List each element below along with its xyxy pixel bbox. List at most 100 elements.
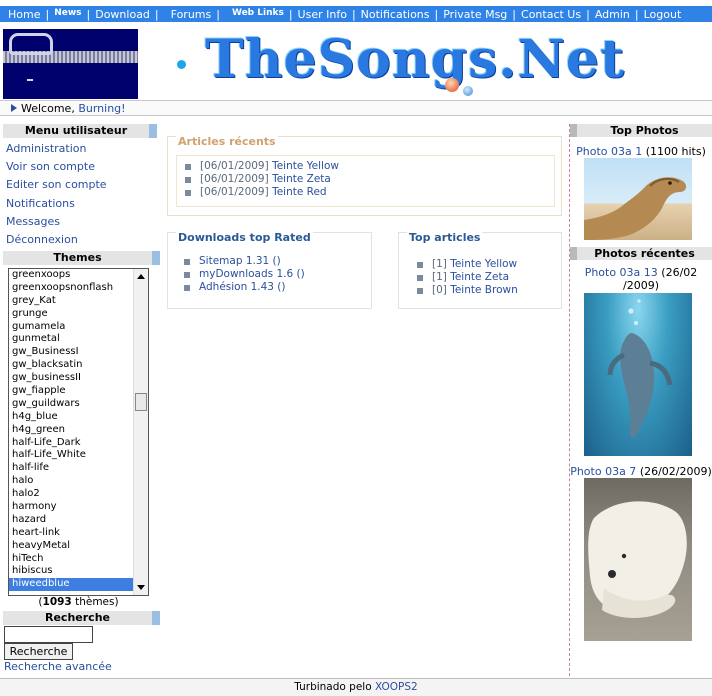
theme-option[interactable]: half-life bbox=[9, 462, 148, 475]
theme-option[interactable]: heart-link bbox=[9, 527, 148, 540]
recent-articles-title: Articles récents bbox=[176, 135, 278, 148]
top-photo-hits: (1100 hits) bbox=[645, 145, 706, 158]
bullet-icon bbox=[185, 163, 191, 170]
top-photo-caption: Photo 03a 1 (1100 hits) bbox=[570, 145, 712, 158]
list-item: [1] Teinte Yellow bbox=[417, 258, 561, 271]
theme-option[interactable]: harmony bbox=[9, 501, 148, 514]
arrow-right-icon bbox=[11, 104, 17, 112]
theme-option[interactable]: gw_businessII bbox=[9, 372, 148, 385]
theme-option[interactable]: heavyMetal bbox=[9, 540, 148, 553]
theme-option[interactable]: half-Life_Dark bbox=[9, 437, 148, 450]
site-header: TheSongs.Net bbox=[0, 22, 712, 100]
theme-option[interactable]: grey_Kat bbox=[9, 295, 148, 308]
scroll-thumb[interactable] bbox=[135, 393, 147, 411]
theme-option[interactable]: half-Life_White bbox=[9, 449, 148, 462]
nav-user-info[interactable]: User Info bbox=[293, 8, 352, 21]
recent-photo-date: (26/02 bbox=[661, 266, 698, 279]
theme-option[interactable]: greenxoops bbox=[9, 269, 148, 282]
user-menu: Administration Voir son compte Editer so… bbox=[0, 140, 157, 249]
camel-illustration bbox=[584, 177, 687, 240]
welcome-user-link[interactable]: Burning! bbox=[78, 102, 125, 115]
nav-notifications[interactable]: Notifications bbox=[356, 8, 435, 21]
camel-photo[interactable] bbox=[584, 158, 692, 240]
nav-contact-us[interactable]: Contact Us bbox=[516, 8, 586, 21]
article-link[interactable]: Teinte Brown bbox=[450, 284, 518, 297]
top-articles-title: Top articles bbox=[407, 231, 483, 244]
menu-item-edit-account[interactable]: Editer son compte bbox=[0, 176, 157, 194]
download-link[interactable]: Adhésion 1.43 () bbox=[199, 281, 286, 294]
bubble-decoration-icon bbox=[445, 78, 459, 92]
menu-item-messages[interactable]: Messages bbox=[0, 213, 157, 231]
download-link[interactable]: myDownloads 1.6 () bbox=[199, 268, 305, 281]
nav-forums[interactable]: Forums bbox=[159, 8, 217, 21]
theme-option[interactable]: hiweedblue bbox=[9, 578, 148, 592]
recent-photo-link[interactable]: Photo 03a 13 bbox=[585, 266, 658, 279]
article-link[interactable]: Teinte Zeta bbox=[450, 271, 509, 284]
dolphin-photo[interactable] bbox=[584, 293, 692, 456]
article-count: [1] bbox=[432, 258, 447, 270]
recent-photo-caption-1: Photo 03a 13 (26/02 /2009) bbox=[570, 266, 712, 292]
bullet-icon bbox=[185, 176, 191, 183]
logo-dot bbox=[27, 79, 33, 81]
theme-option[interactable]: gw_fiapple bbox=[9, 385, 148, 398]
menu-item-notifications[interactable]: Notifications bbox=[0, 195, 157, 213]
list-item: Sitemap 1.31 () bbox=[184, 255, 371, 268]
polar-bear-photo[interactable] bbox=[584, 478, 692, 641]
bubble-decoration-icon bbox=[463, 86, 473, 96]
nav-web-links[interactable]: Web Links bbox=[220, 8, 289, 18]
theme-list-scrollbar[interactable] bbox=[133, 269, 148, 595]
bullet-icon bbox=[184, 271, 190, 278]
advanced-search-link[interactable]: Recherche avancée bbox=[4, 660, 112, 673]
theme-option[interactable]: gunmetal bbox=[9, 333, 148, 346]
list-item: [0] Teinte Brown bbox=[417, 284, 561, 297]
recent-photo-link[interactable]: Photo 03a 7 bbox=[570, 465, 636, 478]
nav-download[interactable]: Download bbox=[90, 8, 155, 21]
top-navigation-bar: Home | News | Download | Forums | Web Links |… bbox=[0, 6, 712, 22]
top-photo-link[interactable]: Photo 03a 1 bbox=[576, 145, 642, 158]
footer-prefix: Turbinado pelo bbox=[294, 681, 372, 693]
bullet-icon bbox=[185, 189, 191, 196]
theme-count-suffix: thèmes bbox=[75, 596, 115, 608]
theme-option[interactable]: gumamela bbox=[9, 321, 148, 334]
left-sidebar: Menu utilisateur Administration Voir son… bbox=[0, 124, 160, 676]
theme-option[interactable]: greenxoopsnonflash bbox=[9, 282, 148, 295]
theme-option[interactable]: h4g_green bbox=[9, 424, 148, 437]
theme-select-list[interactable]: greenxoops greenxoopsnonflash grey_Kat grun… bbox=[8, 268, 149, 596]
download-link[interactable]: Sitemap 1.31 () bbox=[199, 255, 281, 268]
list-item: [06/01/2009] Teinte Zeta bbox=[185, 173, 554, 186]
nav-news[interactable]: News bbox=[49, 8, 86, 18]
theme-option[interactable]: grunge bbox=[9, 308, 148, 321]
theme-option[interactable]: gw_guildwars bbox=[9, 398, 148, 411]
scroll-down-icon[interactable] bbox=[137, 585, 145, 590]
theme-option[interactable]: gw_BusinessI bbox=[9, 346, 148, 359]
footer-xoops-link[interactable]: XOOPS2 bbox=[375, 681, 418, 693]
theme-option[interactable]: h4g_blue bbox=[9, 411, 148, 424]
article-date: [06/01/2009] bbox=[200, 160, 269, 172]
themes-title: Themes bbox=[3, 251, 160, 265]
downloads-top-rated-box: Downloads top Rated Sitemap 1.31 () myDo… bbox=[167, 231, 372, 309]
search-button[interactable]: Recherche bbox=[4, 643, 73, 660]
menu-item-view-account[interactable]: Voir son compte bbox=[0, 158, 157, 176]
menu-item-logout[interactable]: Déconnexion bbox=[0, 231, 157, 249]
article-link[interactable]: Teinte Zeta bbox=[272, 173, 331, 186]
article-link[interactable]: Teinte Red bbox=[272, 186, 327, 199]
scroll-up-icon[interactable] bbox=[137, 274, 145, 279]
article-link[interactable]: Teinte Yellow bbox=[272, 160, 339, 173]
nav-home[interactable]: Home bbox=[3, 8, 45, 21]
nav-admin[interactable]: Admin bbox=[590, 8, 635, 21]
site-logo[interactable] bbox=[3, 29, 138, 99]
nav-logout[interactable]: Logout bbox=[639, 8, 687, 21]
user-menu-title: Menu utilisateur bbox=[3, 124, 157, 138]
nav-private-msg[interactable]: Private Msg bbox=[438, 8, 512, 21]
article-link[interactable]: Teinte Yellow bbox=[450, 258, 517, 271]
theme-option[interactable]: halo bbox=[9, 475, 148, 488]
theme-option[interactable]: hiTech bbox=[9, 553, 148, 566]
menu-item-administration[interactable]: Administration bbox=[0, 140, 157, 158]
theme-option[interactable]: halo2 bbox=[9, 488, 148, 501]
theme-option[interactable]: hazard bbox=[9, 514, 148, 527]
recent-photo-date: /2009) bbox=[623, 279, 659, 292]
theme-option[interactable]: hibiscus bbox=[9, 565, 148, 578]
theme-option[interactable]: gw_blacksatin bbox=[9, 359, 148, 372]
downloads-list: Sitemap 1.31 () myDownloads 1.6 () Adhés… bbox=[184, 255, 371, 294]
search-input[interactable] bbox=[4, 626, 93, 643]
